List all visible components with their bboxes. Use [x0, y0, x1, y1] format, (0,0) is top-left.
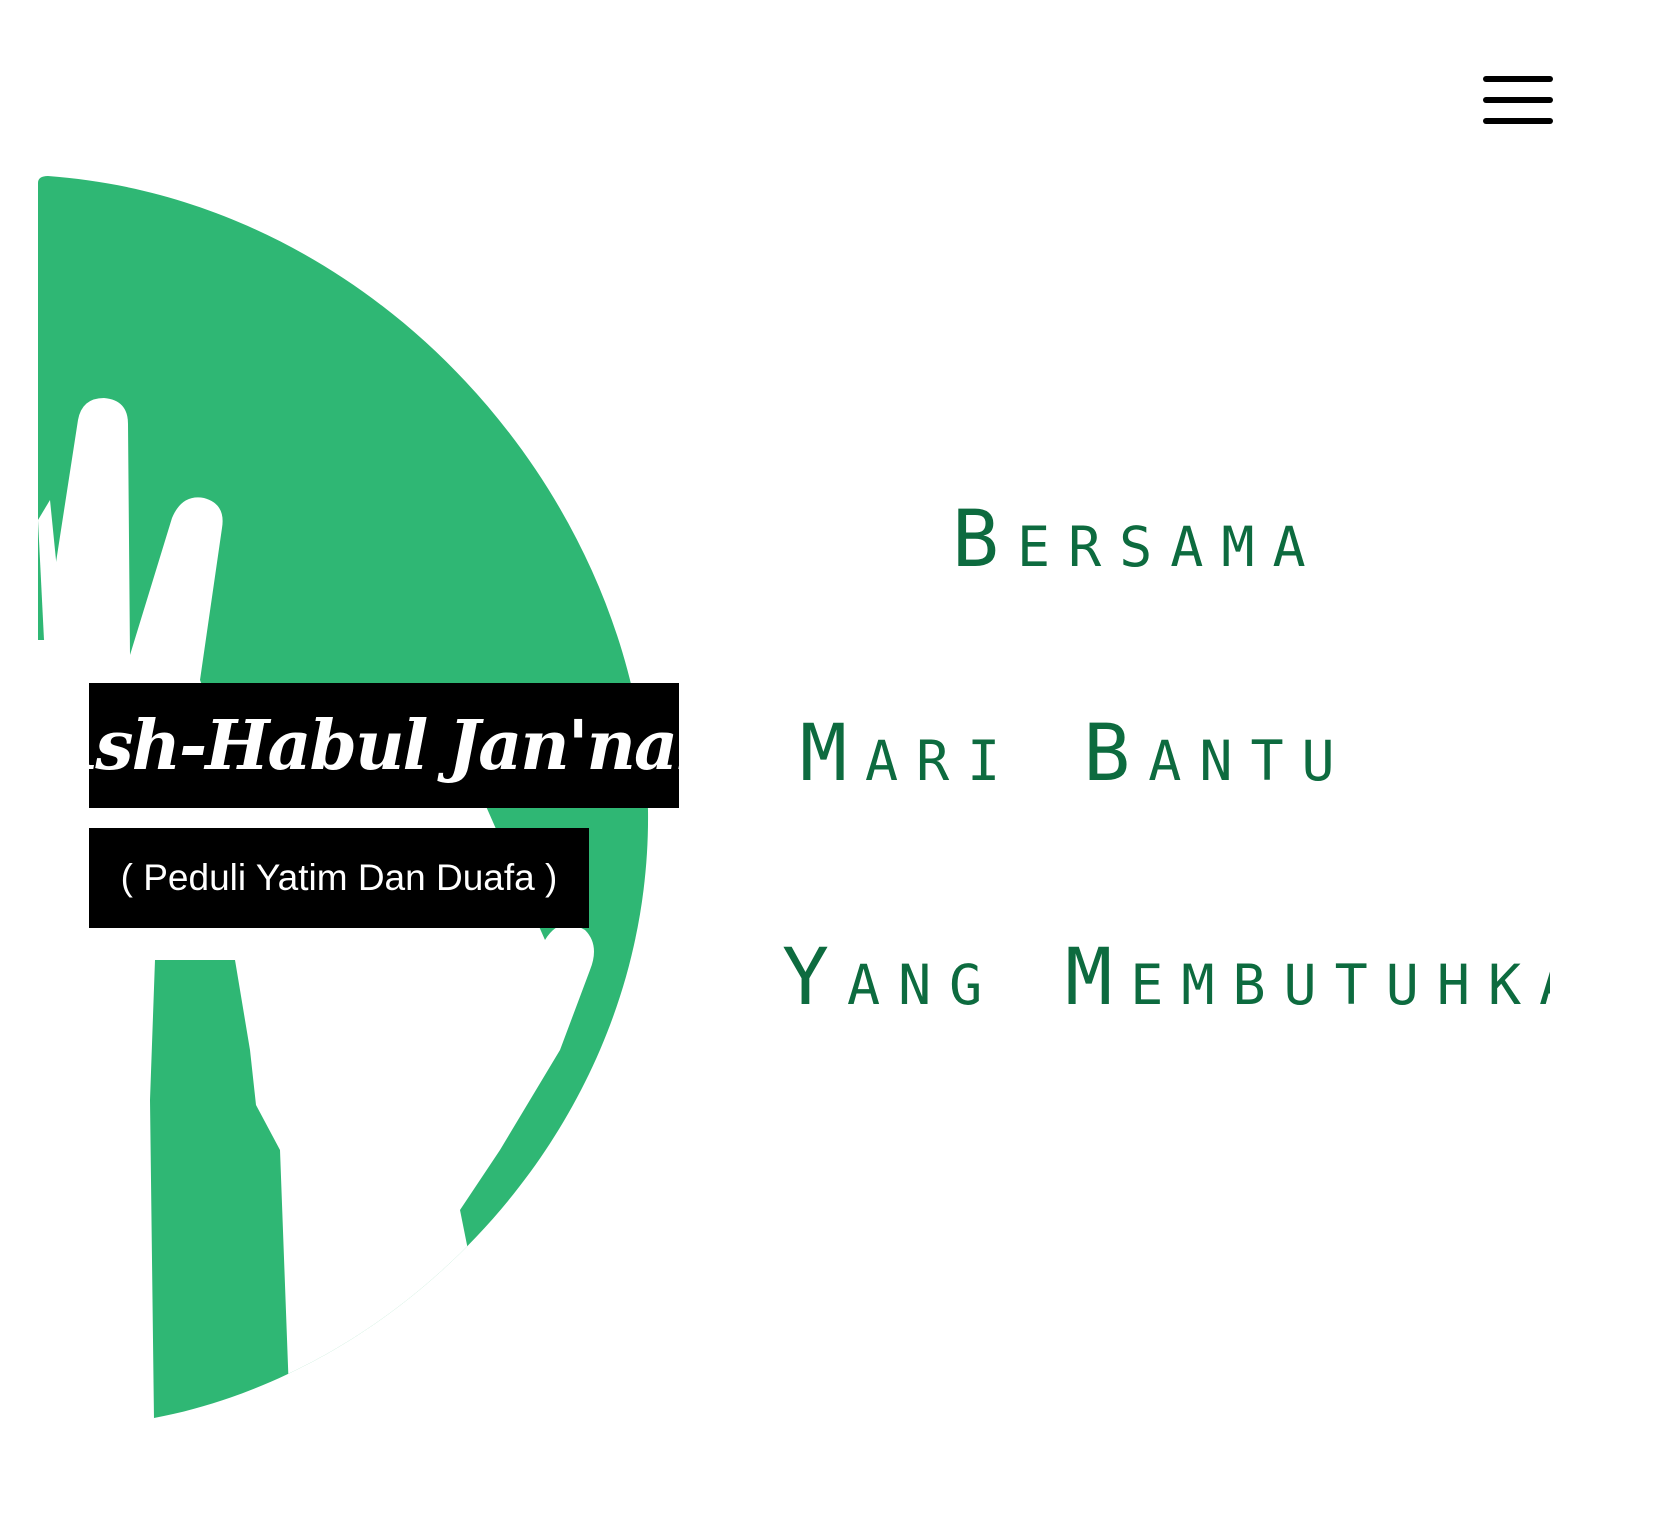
- brand-subtitle: ( Peduli Yatim Dan Duafa ): [120, 857, 558, 898]
- hamburger-menu-icon: [1483, 76, 1553, 82]
- hamburger-menu-button[interactable]: [1475, 72, 1559, 130]
- landing-page: Bersama Mari Bantu Yang Membutuhkan Ash-…: [0, 0, 1669, 1525]
- hero-tagline-line-3: Yang Membutuhkan: [782, 933, 1550, 1023]
- brand-subtitle-box: ( Peduli Yatim Dan Duafa ): [89, 828, 589, 928]
- hero-tagline-line-2: Mari Bantu: [800, 709, 1353, 799]
- brand-title-box: Ash-Habul Jan'nah: [45, 683, 725, 808]
- hero-tagline-line-1: Bersama: [952, 495, 1324, 585]
- hamburger-menu-icon-bar: [1483, 118, 1553, 124]
- brand-title: Ash-Habul Jan'nah: [44, 705, 726, 786]
- hamburger-menu-icon-bar: [1483, 97, 1553, 103]
